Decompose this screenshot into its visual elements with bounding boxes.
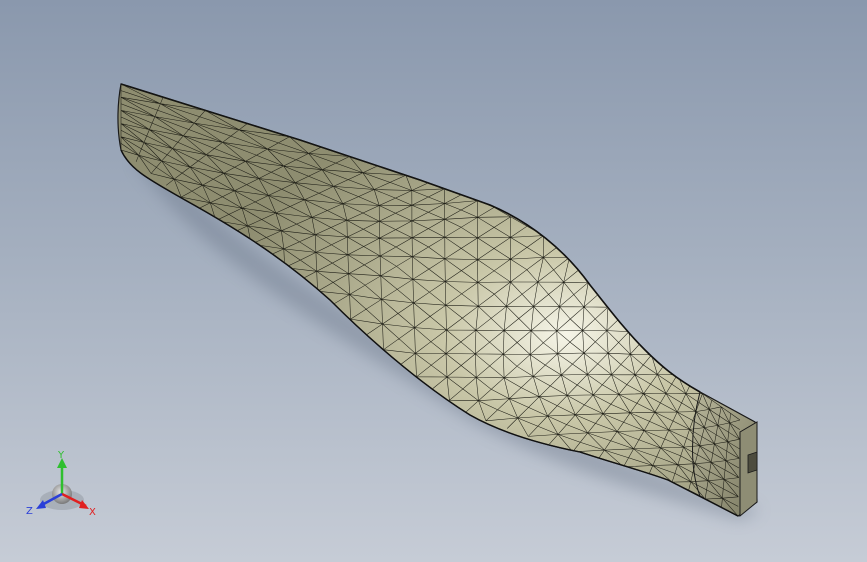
z-axis-label: Z xyxy=(26,506,33,517)
propeller-blade-model[interactable] xyxy=(0,0,867,562)
root-slot xyxy=(747,451,758,474)
graphics-viewport[interactable]: Y Z X xyxy=(0,0,867,562)
view-triad[interactable]: Y Z X xyxy=(26,448,106,528)
y-axis-label: Y xyxy=(57,450,65,461)
x-axis-label: X xyxy=(89,507,96,518)
